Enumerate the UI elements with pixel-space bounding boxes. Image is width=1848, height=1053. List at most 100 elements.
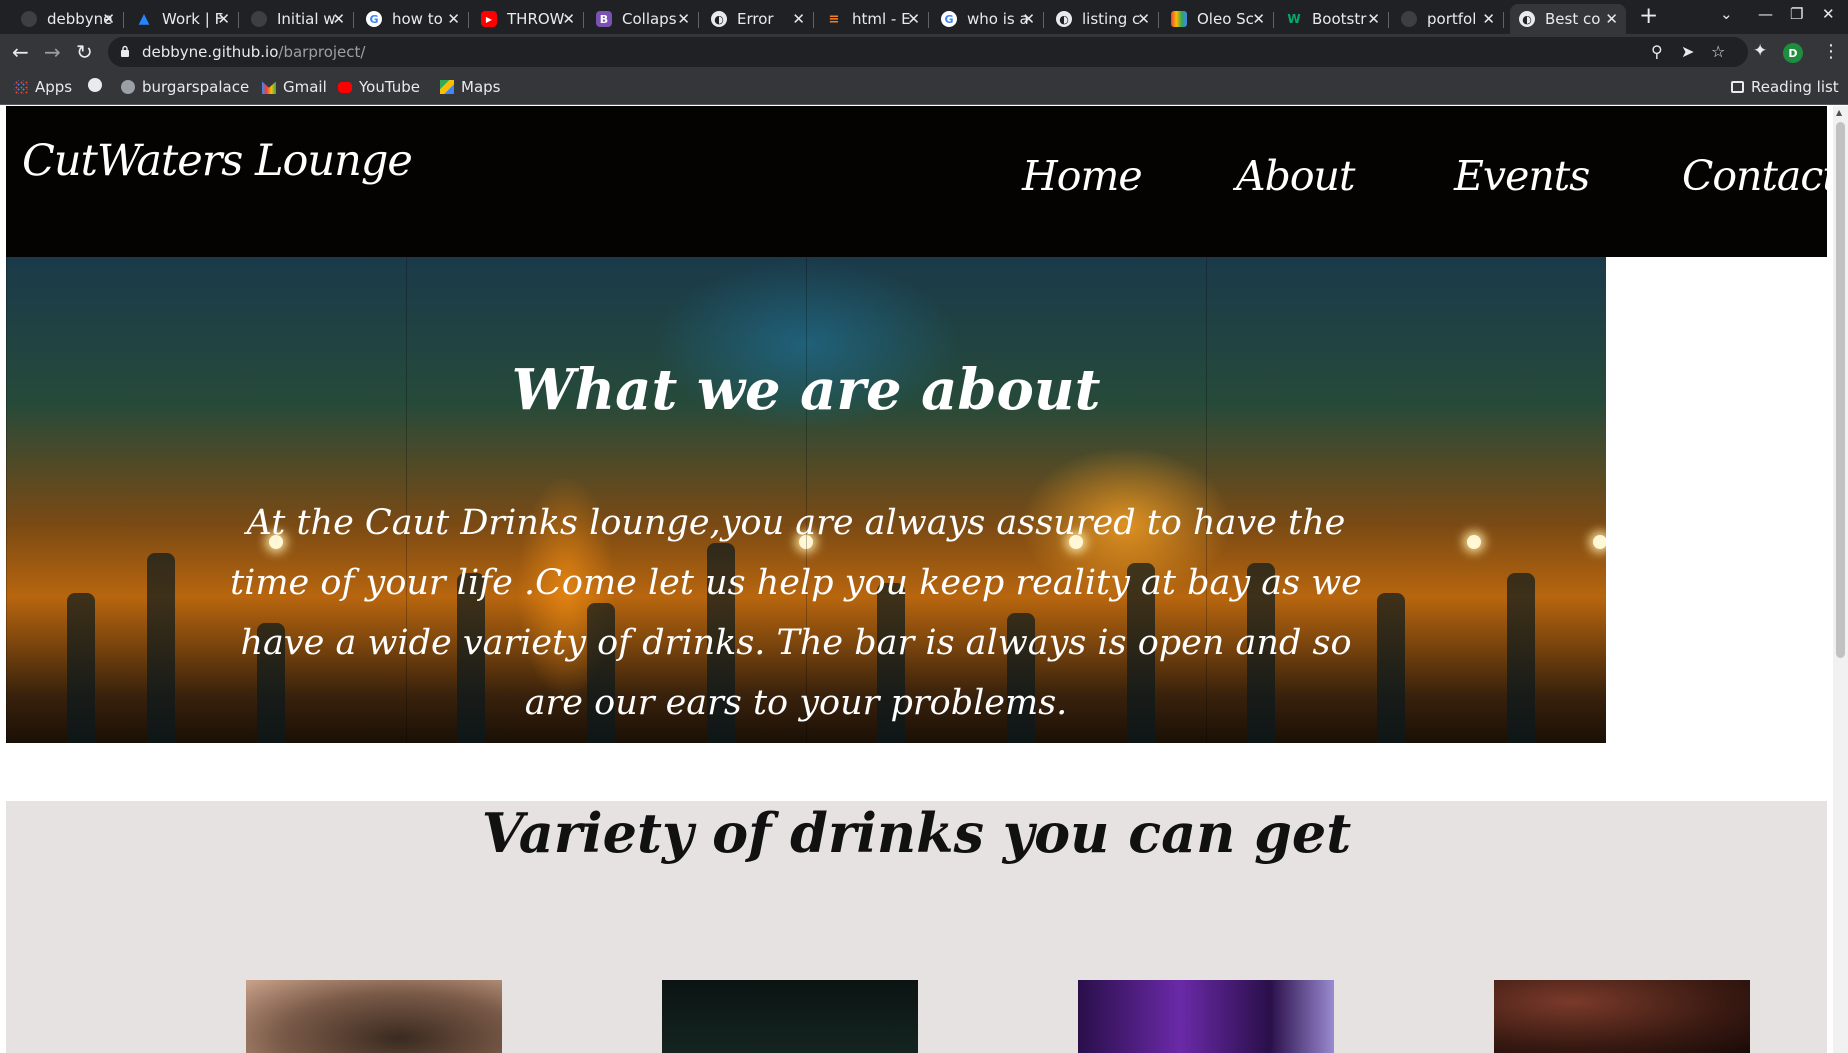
bookmark-label: Maps bbox=[461, 78, 501, 96]
maps-icon bbox=[440, 80, 454, 94]
kebab-menu-icon[interactable]: ⋮ bbox=[1822, 41, 1840, 62]
reading-list-label: Reading list bbox=[1751, 78, 1839, 96]
site-logo[interactable]: CutWaters Lounge bbox=[22, 136, 413, 186]
w3schools-icon: W bbox=[1287, 12, 1301, 26]
reading-list-icon bbox=[1731, 81, 1744, 93]
bookmark-label: Apps bbox=[35, 78, 73, 96]
about-hero-section: What we are about At the Caut Drinks lou… bbox=[6, 257, 1606, 743]
google-icon: G bbox=[366, 11, 382, 27]
tab-10[interactable]: ◐ listing c ✕ bbox=[1047, 4, 1159, 34]
bookmark-label: Gmail bbox=[283, 78, 327, 96]
youtube-icon: ▶ bbox=[481, 11, 497, 27]
bookmark-label: YouTube bbox=[359, 78, 420, 96]
site-navbar: CutWaters Lounge Home About Events Conta… bbox=[6, 106, 1839, 257]
tab-13[interactable]: portfol ✕ bbox=[1392, 4, 1504, 34]
new-tab-button[interactable]: + bbox=[1639, 3, 1658, 29]
bookmark-label: burgarspalace bbox=[142, 78, 250, 96]
bookmark-globe[interactable] bbox=[88, 78, 109, 92]
close-icon[interactable]: ✕ bbox=[907, 10, 920, 28]
github-icon bbox=[251, 11, 267, 27]
close-icon[interactable]: ✕ bbox=[217, 10, 230, 28]
page-scrollbar[interactable]: ▲ bbox=[1833, 106, 1848, 1053]
extensions-puzzle-icon[interactable]: ✦ bbox=[1753, 41, 1767, 61]
reading-list-button[interactable]: Reading list bbox=[1731, 78, 1839, 96]
scrollbar-thumb[interactable] bbox=[1836, 122, 1845, 658]
tab-12[interactable]: W Bootstr ✕ bbox=[1277, 4, 1389, 34]
tab-6[interactable]: B Collaps ✕ bbox=[587, 4, 699, 34]
close-window-icon[interactable]: ✕ bbox=[1822, 5, 1835, 23]
bookmark-burgarspalace[interactable]: burgarspalace bbox=[121, 78, 249, 96]
google-fonts-icon bbox=[1171, 11, 1187, 27]
close-icon[interactable]: ✕ bbox=[1482, 10, 1495, 28]
drink-image-1[interactable] bbox=[246, 980, 502, 1053]
page-viewport: CutWaters Lounge Home About Events Conta… bbox=[0, 106, 1848, 1053]
bootstrap-icon: B bbox=[596, 11, 612, 27]
url-text: debbyne.github.io/barproject/ bbox=[142, 43, 366, 61]
scroll-up-arrow-icon[interactable]: ▲ bbox=[1836, 108, 1842, 117]
tab-14-active[interactable]: ◐ Best co ✕ bbox=[1510, 4, 1626, 34]
atlassian-icon: ▲ bbox=[138, 11, 150, 27]
browser-toolbar: ← → ↻ debbyne.github.io/barproject/ ⚲ ➤ … bbox=[0, 34, 1848, 70]
back-arrow-icon[interactable]: ← bbox=[12, 41, 29, 63]
profile-avatar[interactable]: D bbox=[1783, 43, 1803, 63]
tab-11[interactable]: Oleo Sc ✕ bbox=[1162, 4, 1274, 34]
github-icon bbox=[121, 80, 135, 94]
tab-8[interactable]: ≡ html - E ✕ bbox=[817, 4, 929, 34]
github-icon bbox=[21, 11, 37, 27]
close-icon[interactable]: ✕ bbox=[447, 10, 460, 28]
close-icon[interactable]: ✕ bbox=[1252, 10, 1265, 28]
drink-image-2[interactable] bbox=[662, 980, 918, 1053]
drink-image-3[interactable] bbox=[1078, 980, 1334, 1053]
nav-about-link[interactable]: About bbox=[1236, 152, 1355, 200]
close-icon[interactable]: ✕ bbox=[1605, 10, 1618, 28]
hero-title: What we are about bbox=[511, 357, 1101, 423]
address-bar[interactable]: debbyne.github.io/barproject/ ⚲ ➤ ☆ bbox=[108, 37, 1748, 67]
close-icon[interactable]: ✕ bbox=[562, 10, 575, 28]
nav-contact-link[interactable]: Contact bbox=[1682, 152, 1839, 200]
close-icon[interactable]: ✕ bbox=[1137, 10, 1150, 28]
tab-strip: debbyne ✕ ▲ Work | F ✕ Initial w ✕ G how… bbox=[0, 0, 1848, 34]
globe-icon: ◐ bbox=[1056, 11, 1072, 27]
youtube-icon bbox=[338, 81, 352, 93]
drinks-section-title: Variety of drinks you can get bbox=[481, 801, 1352, 865]
tab-2[interactable]: ▲ Work | F ✕ bbox=[127, 4, 239, 34]
drink-image-4[interactable] bbox=[1494, 980, 1750, 1053]
close-icon[interactable]: ✕ bbox=[677, 10, 690, 28]
globe-icon: ◐ bbox=[711, 11, 727, 27]
nav-home-link[interactable]: Home bbox=[1022, 152, 1143, 200]
tab-3[interactable]: Initial w ✕ bbox=[242, 4, 354, 34]
tab-title: Best co bbox=[1545, 10, 1601, 28]
tab-1[interactable]: debbyne ✕ bbox=[12, 4, 124, 34]
tab-search-icon[interactable]: ⌄ bbox=[1720, 5, 1733, 23]
zoom-icon[interactable]: ⚲ bbox=[1651, 42, 1663, 61]
tab-4[interactable]: G how to ✕ bbox=[357, 4, 469, 34]
bookmark-maps[interactable]: Maps bbox=[440, 78, 500, 96]
minimize-icon[interactable]: — bbox=[1758, 5, 1773, 23]
nav-events-link[interactable]: Events bbox=[1454, 152, 1590, 200]
close-icon[interactable]: ✕ bbox=[102, 10, 115, 28]
drinks-section: Variety of drinks you can get bbox=[6, 801, 1827, 1053]
bookmark-youtube[interactable]: YouTube bbox=[338, 78, 420, 96]
close-icon[interactable]: ✕ bbox=[1022, 10, 1035, 28]
close-icon[interactable]: ✕ bbox=[792, 10, 805, 28]
gmail-icon bbox=[262, 81, 276, 94]
hero-description: At the Caut Drinks lounge,you are always… bbox=[230, 503, 1362, 723]
globe-icon: ◐ bbox=[1519, 11, 1535, 27]
restore-icon[interactable]: ❐ bbox=[1790, 5, 1803, 23]
tab-5[interactable]: ▶ THROW ✕ bbox=[472, 4, 584, 34]
lock-icon bbox=[121, 45, 129, 57]
bookmark-star-icon[interactable]: ☆ bbox=[1711, 42, 1725, 61]
globe-icon bbox=[88, 78, 102, 92]
send-icon[interactable]: ➤ bbox=[1681, 42, 1694, 61]
google-icon: G bbox=[941, 11, 957, 27]
bookmarks-bar: Apps burgarspalace Gmail YouTube Maps Re… bbox=[0, 70, 1848, 105]
forward-arrow-icon[interactable]: → bbox=[44, 41, 61, 63]
bookmark-apps[interactable]: Apps bbox=[14, 78, 72, 96]
tab-7[interactable]: ◐ Error ✕ bbox=[702, 4, 814, 34]
reload-icon[interactable]: ↻ bbox=[76, 41, 93, 63]
close-icon[interactable]: ✕ bbox=[1367, 10, 1380, 28]
tab-9[interactable]: G who is a ✕ bbox=[932, 4, 1044, 34]
bookmark-gmail[interactable]: Gmail bbox=[262, 78, 327, 96]
close-icon[interactable]: ✕ bbox=[332, 10, 345, 28]
stackoverflow-icon: ≡ bbox=[828, 11, 840, 27]
